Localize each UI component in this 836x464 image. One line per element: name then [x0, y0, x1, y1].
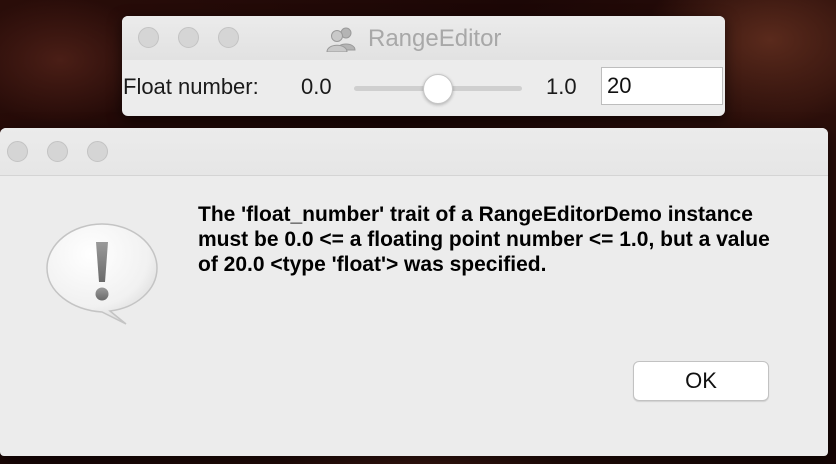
- alert-title-bar: [0, 128, 828, 176]
- alert-message: The 'float_number' trait of a RangeEdito…: [198, 203, 770, 276]
- alert-close-button[interactable]: [7, 141, 28, 162]
- window-title: RangeEditor: [326, 25, 502, 52]
- exclamation-speech-bubble-icon: [46, 223, 158, 325]
- range-low-label: 0.0: [301, 74, 332, 99]
- window-title-text: RangeEditor: [368, 25, 502, 52]
- slider-thumb[interactable]: [423, 74, 453, 104]
- zoom-window-button[interactable]: [218, 27, 239, 48]
- alert-minimize-button[interactable]: [47, 141, 68, 162]
- range-high-label: 1.0: [546, 74, 577, 99]
- float-number-label: Float number:: [123, 74, 259, 99]
- close-window-button[interactable]: [138, 27, 159, 48]
- alert-zoom-button[interactable]: [87, 141, 108, 162]
- minimize-window-button[interactable]: [178, 27, 199, 48]
- alert-dialog: The 'float_number' trait of a RangeEdito…: [0, 128, 828, 456]
- range-editor-window: RangeEditor Float number: 0.0 1.0: [122, 16, 725, 116]
- ok-button[interactable]: OK: [633, 361, 769, 401]
- float-number-input[interactable]: [601, 67, 723, 105]
- title-bar: RangeEditor: [122, 16, 725, 60]
- range-control-row: Float number: 0.0 1.0: [122, 60, 725, 116]
- users-icon: [326, 27, 356, 52]
